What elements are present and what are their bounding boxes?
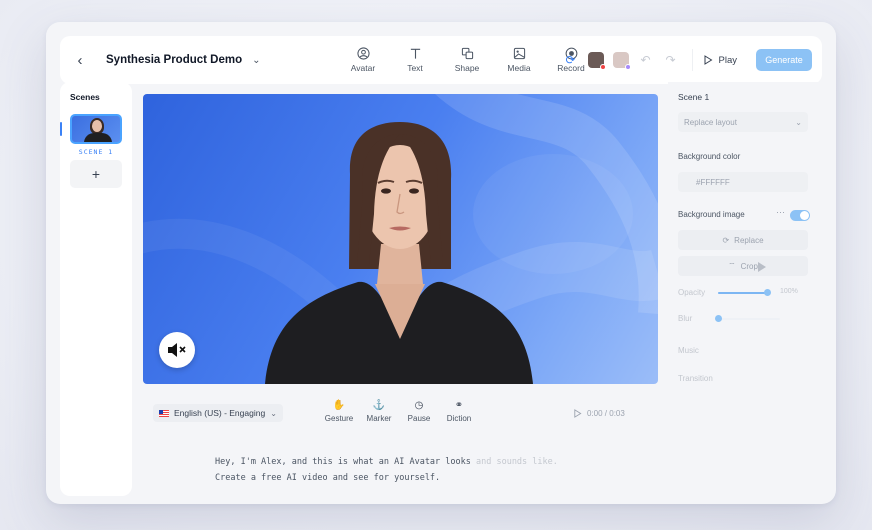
voice-language-select[interactable]: English (US) - Engaging ⌄: [153, 404, 283, 422]
play-icon: [574, 408, 582, 418]
script-line-1-fade: and sounds like.: [470, 457, 558, 467]
play-icon: [704, 55, 712, 65]
opacity-value: 100%: [780, 288, 798, 295]
video-canvas[interactable]: [143, 94, 658, 384]
scene-title: Scene 1: [678, 92, 710, 102]
tool-shape-label: Shape: [454, 63, 480, 73]
us-flag-icon: [159, 409, 169, 417]
layout-select[interactable]: Replace layout ⌄: [678, 112, 808, 132]
more-icon[interactable]: ⋯: [776, 207, 785, 218]
tool-avatar-label: Avatar: [350, 63, 376, 73]
layout-select-label: Replace layout: [684, 117, 737, 127]
marker-label: Marker: [366, 414, 392, 423]
project-title[interactable]: Synthesia Product Demo: [106, 54, 242, 66]
avatar-icon: [356, 47, 370, 60]
tool-avatar[interactable]: Avatar: [344, 47, 382, 73]
redo-icon[interactable]: ↷: [663, 53, 679, 67]
gesture-button[interactable]: ✋ Gesture: [323, 400, 355, 423]
plus-icon: +: [91, 166, 101, 182]
opacity-slider-fill: [718, 292, 768, 294]
toolbar: Avatar Text Shape Media Record: [344, 36, 590, 84]
transition-label: Transition: [678, 374, 713, 383]
thumb-avatar-face: [92, 120, 102, 132]
tool-text-label: Text: [407, 63, 423, 73]
editor-window: ‹ Synthesia Product Demo ⌄ Avatar Text S…: [46, 22, 836, 504]
script-panel: English (US) - Engaging ⌄ ✋ Gesture ⚓ Ma…: [143, 396, 658, 504]
active-scene-marker: [60, 122, 62, 136]
diction-label: Diction: [446, 414, 472, 423]
marker-icon: ⚓: [372, 400, 386, 411]
collaborator-avatar[interactable]: [587, 52, 606, 70]
opacity-slider-knob[interactable]: [763, 289, 771, 296]
replace-label: Replace: [734, 235, 764, 245]
text-icon: [410, 48, 420, 59]
script-toolbar: ✋ Gesture ⚓ Marker ◷ Pause ⚭ Diction: [323, 400, 475, 423]
status-dot: [624, 64, 631, 70]
blur-slider[interactable]: [718, 318, 780, 320]
scenes-panel: Scenes SCENE 1 +: [60, 82, 132, 496]
bg-image-label: Background image: [678, 210, 745, 219]
bg-color-label: Background color: [678, 152, 741, 161]
gesture-label: Gesture: [324, 414, 354, 423]
chevron-down-icon: ⌄: [270, 408, 277, 418]
script-line-1: Hey, I'm Alex, and this is what an AI Av…: [215, 454, 558, 470]
top-bar: ‹ Synthesia Product Demo ⌄ Avatar Text S…: [60, 36, 822, 84]
crop-icon: ⌔: [728, 261, 736, 270]
status-dot: [599, 64, 606, 70]
play-button[interactable]: Play: [691, 49, 747, 71]
tool-media-label: Media: [507, 63, 531, 73]
gesture-icon: ✋: [332, 400, 346, 411]
replace-button[interactable]: ⟳ Replace: [678, 230, 808, 250]
tool-text[interactable]: Text: [396, 47, 434, 73]
opacity-label: Opacity: [678, 288, 706, 297]
bg-color-value: #FFFFFF: [696, 177, 730, 187]
crop-button[interactable]: ⌔ Crop: [678, 256, 808, 276]
music-label: Music: [678, 346, 699, 355]
sync-icon[interactable]: ⟳: [563, 53, 579, 67]
scenes-title: Scenes: [70, 92, 100, 102]
ai-avatar: [265, 122, 533, 384]
diction-button[interactable]: ⚭ Diction: [443, 400, 475, 423]
add-scene-button[interactable]: +: [70, 160, 122, 188]
collaborator-avatar[interactable]: [612, 52, 631, 70]
mouse-cursor-icon: [758, 262, 766, 272]
pause-label: Pause: [407, 414, 431, 423]
header-actions: ⟳ ↶ ↷ Play Generate: [563, 36, 812, 84]
voice-language-label: English (US) - Engaging: [174, 408, 266, 418]
script-line-1-text: Hey, I'm Alex, and this is what an AI Av…: [215, 457, 471, 467]
shape-icon: [461, 47, 473, 60]
thumb-avatar-body: [84, 133, 112, 142]
chevron-down-icon[interactable]: ⌄: [252, 55, 260, 66]
back-button[interactable]: ‹: [60, 36, 100, 84]
properties-panel: Scene 1 Replace layout ⌄ Background colo…: [668, 82, 822, 496]
bg-color-input[interactable]: #FFFFFF: [678, 172, 808, 192]
script-text[interactable]: Hey, I'm Alex, and this is what an AI Av…: [215, 454, 558, 486]
generate-button[interactable]: Generate: [756, 49, 812, 71]
pause-icon: ◷: [414, 400, 424, 411]
scene-thumbnail[interactable]: [70, 114, 122, 144]
media-icon: [513, 47, 525, 60]
diction-icon: ⚭: [454, 400, 464, 411]
chevron-left-icon: ‹: [77, 51, 83, 69]
tool-media[interactable]: Media: [500, 47, 538, 73]
playback-time: 0:00 / 0:03: [587, 408, 625, 418]
blur-label: Blur: [678, 314, 693, 323]
bg-image-toggle[interactable]: [790, 210, 810, 221]
speaker-muted-icon: [168, 343, 186, 357]
marker-button[interactable]: ⚓ Marker: [363, 400, 395, 423]
crop-label: Crop: [740, 261, 758, 271]
chevron-down-icon: ⌄: [795, 117, 802, 127]
undo-icon[interactable]: ↶: [638, 53, 654, 67]
replace-icon: ⟳: [722, 235, 730, 245]
blur-slider-knob[interactable]: [714, 315, 722, 322]
pause-button[interactable]: ◷ Pause: [403, 400, 435, 423]
tool-shape[interactable]: Shape: [448, 47, 486, 73]
scene-label: SCENE 1: [78, 148, 114, 156]
mute-button[interactable]: [159, 332, 195, 368]
script-playback[interactable]: 0:00 / 0:03: [563, 404, 635, 422]
script-line-2: Create a free AI video and see for yours…: [215, 473, 441, 483]
play-label: Play: [718, 54, 737, 66]
